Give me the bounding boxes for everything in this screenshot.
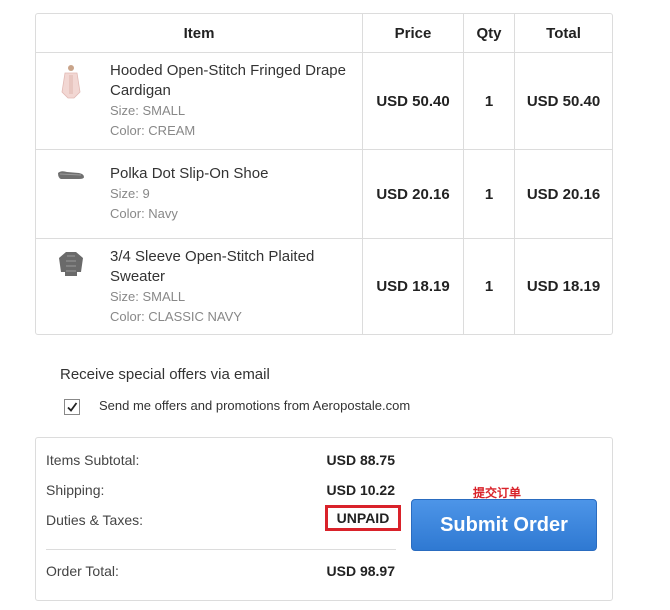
item-name[interactable]: Hooded Open-Stitch Fringed Drape Cardiga…: [110, 61, 354, 101]
divider: [46, 549, 396, 550]
header-total: Total: [514, 14, 612, 53]
table-header-row: Item Price Qty Total: [36, 14, 612, 53]
subtotal-value: USD 88.75: [326, 452, 395, 468]
header-qty: Qty: [463, 14, 514, 53]
item-name[interactable]: 3/4 Sleeve Open-Stitch Plaited Sweater: [110, 247, 354, 287]
item-name[interactable]: Polka Dot Slip-On Shoe: [110, 164, 354, 184]
item-total: USD 18.19: [514, 239, 612, 334]
shoe-thumbnail[interactable]: [56, 164, 86, 205]
item-size: Size: SMALL: [110, 103, 186, 118]
order-items-table: Item Price Qty Total Hooded Open-Stitch …: [35, 13, 613, 335]
duties-label: Duties & Taxes:: [46, 512, 144, 528]
item-cell: 3/4 Sleeve Open-Stitch Plaited Sweater S…: [36, 239, 362, 334]
order-summary: Items Subtotal: USD 88.75 Shipping: USD …: [35, 437, 613, 601]
item-qty: 1: [463, 239, 514, 334]
item-cell: Hooded Open-Stitch Fringed Drape Cardiga…: [36, 53, 362, 150]
order-total-value: USD 98.97: [326, 563, 395, 579]
sweater-thumbnail[interactable]: [56, 247, 86, 288]
item-qty: 1: [463, 150, 514, 239]
duties-status-badge: UNPAID: [325, 505, 401, 531]
order-total-label: Order Total:: [46, 563, 119, 579]
item-color: Color: CLASSIC NAVY: [110, 308, 242, 324]
table-row: Polka Dot Slip-On Shoe Size: 9 Color: Na…: [36, 150, 612, 239]
item-total: USD 50.40: [514, 53, 612, 150]
header-item: Item: [36, 14, 362, 53]
item-price: USD 50.40: [362, 53, 463, 150]
item-size: Size: SMALL: [110, 288, 186, 304]
item-color: Color: Navy: [110, 206, 178, 221]
shipping-value: USD 10.22: [326, 482, 395, 498]
table-row: Hooded Open-Stitch Fringed Drape Cardiga…: [36, 53, 612, 150]
item-total: USD 20.16: [514, 150, 612, 239]
subtotal-label: Items Subtotal:: [46, 452, 140, 468]
offers-checkbox-label[interactable]: Send me offers and promotions from Aerop…: [99, 398, 410, 413]
checkmark-icon: [67, 402, 78, 412]
item-size: Size: 9: [110, 186, 150, 201]
item-color: Color: CREAM: [110, 123, 196, 138]
header-price: Price: [362, 14, 463, 53]
shipping-label: Shipping:: [46, 482, 105, 498]
table-row: 3/4 Sleeve Open-Stitch Plaited Sweater S…: [36, 239, 612, 334]
offers-checkbox[interactable]: [64, 399, 80, 415]
item-cell: Polka Dot Slip-On Shoe Size: 9 Color: Na…: [36, 150, 362, 239]
offers-heading: Receive special offers via email: [60, 366, 270, 383]
item-price: USD 20.16: [362, 150, 463, 239]
submit-order-button[interactable]: Submit Order: [411, 499, 597, 551]
item-qty: 1: [463, 53, 514, 150]
cardigan-thumbnail[interactable]: [56, 61, 86, 102]
item-price: USD 18.19: [362, 239, 463, 334]
